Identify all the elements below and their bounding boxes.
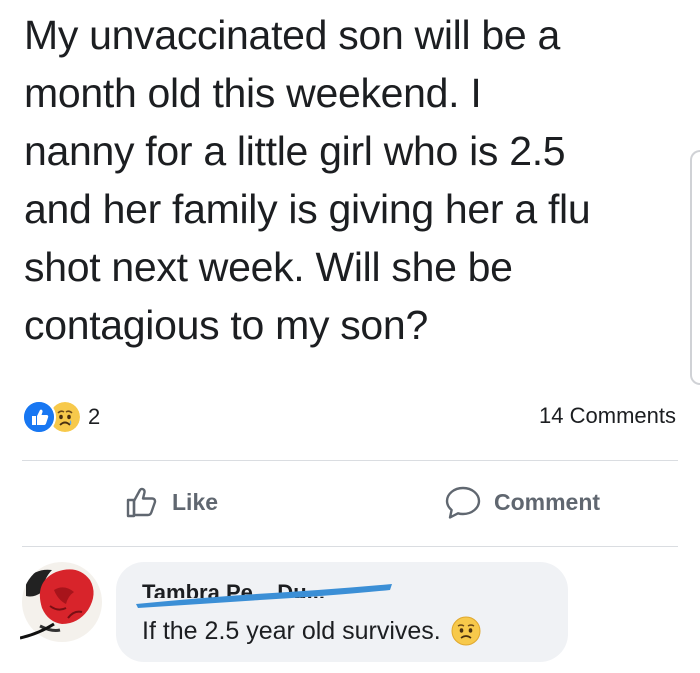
comment-label: Comment [494,488,601,515]
post-text-line: and her family is giving her a flu [24,186,591,232]
sad-face-icon [451,616,481,646]
post-text-line: contagious to my son? [24,302,428,348]
post-text-line: nanny for a little girl who is 2.5 [24,128,566,174]
comment-button[interactable]: Comment [444,480,600,524]
post-text-line: month old this weekend. I [24,70,482,116]
scrollbar[interactable] [690,150,700,385]
comment-text-row: If the 2.5 year old survives. [142,616,481,646]
like-label: Like [172,488,219,515]
divider [22,546,678,547]
like-icon [22,400,56,434]
thumbs-up-icon [126,487,157,518]
avatar[interactable] [20,560,104,644]
redaction-scribble [136,584,392,608]
post-text-line: My unvaccinated son will be a [24,12,560,58]
post-body: My unvaccinated son will be a month old … [24,6,684,354]
post-text-line: shot next week. Will she be [24,244,513,290]
comment-text: If the 2.5 year old survives. [142,616,441,645]
comments-count-link[interactable]: 14 Comments [539,403,676,429]
like-button[interactable]: Like [124,480,218,524]
divider [22,460,678,461]
reaction-count: 2 [88,404,101,429]
facebook-post: My unvaccinated son will be a month old … [0,0,700,673]
reaction-summary[interactable]: 2 [22,400,100,434]
speech-bubble-icon [445,486,481,519]
comment-bubble: Tambra Pe... Du... If the 2.5 year old s… [116,562,568,662]
comment: Tambra Pe... Du... If the 2.5 year old s… [20,560,580,665]
